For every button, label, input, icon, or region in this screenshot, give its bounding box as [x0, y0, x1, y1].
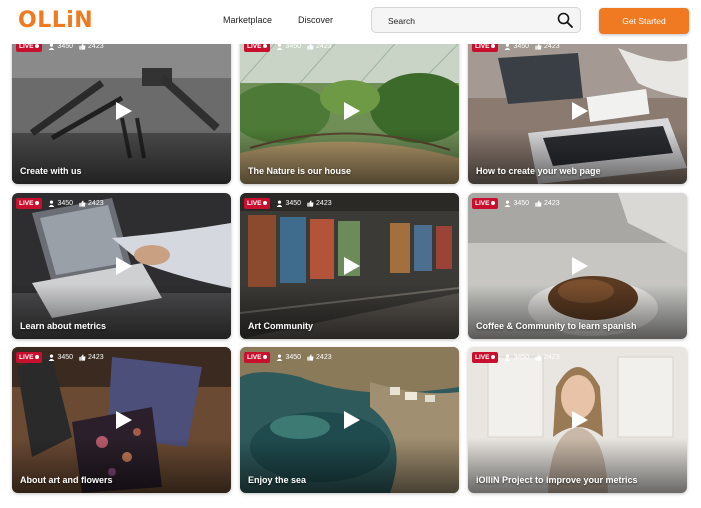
play-icon[interactable] — [115, 256, 133, 276]
live-badge: LIVE — [16, 351, 43, 363]
card-meta: LIVE 3450 2423 — [472, 351, 560, 363]
live-dot-icon — [35, 355, 40, 359]
live-badge: LIVE — [472, 351, 499, 363]
play-icon[interactable] — [343, 101, 361, 121]
card-meta: LIVE 3450 2423 — [244, 351, 332, 363]
like-count-value: 2423 — [544, 353, 560, 361]
like-count: 2423 — [307, 354, 332, 361]
viewer-count-value: 3450 — [285, 353, 302, 361]
live-dot-icon — [35, 44, 40, 48]
card-title: Learn about metrics — [20, 321, 107, 331]
viewer-count: 3450 — [504, 354, 529, 361]
live-dot-icon — [263, 355, 268, 359]
like-count: 2423 — [79, 200, 104, 207]
live-label: LIVE — [19, 199, 34, 207]
search-input[interactable]: Search — [371, 7, 581, 33]
thumbs-up-icon — [79, 353, 86, 361]
viewer-count: 3450 — [504, 200, 529, 207]
viewer-count-value: 3450 — [513, 353, 530, 361]
nav-discover[interactable]: Discover — [298, 15, 333, 25]
card-meta: LIVE 3450 2423 — [472, 197, 560, 209]
video-card[interactable]: LIVE 3450 2423 Coffee & Community to lea… — [468, 193, 687, 339]
live-dot-icon — [491, 355, 496, 359]
like-count-value: 2423 — [316, 199, 332, 207]
play-icon[interactable] — [571, 101, 589, 121]
card-title: The Nature is our house — [248, 166, 352, 176]
thumbs-up-icon — [535, 199, 542, 207]
thumbs-up-icon — [307, 199, 314, 207]
video-card[interactable]: LIVE 3450 2423 How to create your web pa… — [468, 38, 687, 184]
like-count-value: 2423 — [316, 353, 332, 361]
play-icon[interactable] — [343, 410, 361, 430]
thumbs-up-icon — [307, 353, 314, 361]
live-badge: LIVE — [472, 197, 499, 209]
viewer-count-value: 3450 — [57, 199, 74, 207]
video-card[interactable]: LIVE 3450 2423 About art and flowers — [12, 347, 231, 493]
video-card[interactable]: LIVE 3450 2423 Learn about metrics — [12, 193, 231, 339]
viewer-count-value: 3450 — [285, 199, 302, 207]
card-title: Art Community — [248, 321, 313, 331]
user-icon — [49, 353, 55, 361]
live-dot-icon — [263, 44, 268, 48]
ollin-logo[interactable]: OLLiN — [18, 8, 93, 33]
top-header: OLLiN Marketplace Discover Search Get St… — [0, 0, 701, 44]
live-badge: LIVE — [244, 351, 271, 363]
user-icon — [505, 353, 511, 361]
play-icon[interactable] — [115, 410, 133, 430]
card-title: Coffee & Community to learn spanish — [476, 321, 637, 331]
card-title: About art and flowers — [20, 475, 113, 485]
like-count: 2423 — [535, 354, 560, 361]
viewer-count: 3450 — [48, 354, 73, 361]
live-badge: LIVE — [16, 197, 43, 209]
play-icon[interactable] — [571, 256, 589, 276]
live-dot-icon — [491, 44, 496, 48]
viewer-count: 3450 — [276, 200, 301, 207]
video-card[interactable]: LIVE 3450 2423 Art Community — [240, 193, 459, 339]
like-count: 2423 — [535, 200, 560, 207]
live-label: LIVE — [247, 199, 262, 207]
card-meta: LIVE 3450 2423 — [16, 351, 104, 363]
live-label: LIVE — [475, 353, 490, 361]
thumbs-up-icon — [79, 199, 86, 207]
video-card[interactable]: LIVE 3450 2423 iOlliN Project to improve… — [468, 347, 687, 493]
play-icon[interactable] — [571, 410, 589, 430]
user-icon — [505, 199, 511, 207]
search-placeholder: Search — [388, 16, 415, 26]
card-title: Enjoy the sea — [248, 475, 307, 485]
get-started-button[interactable]: Get Started — [599, 8, 689, 34]
live-dot-icon — [35, 201, 40, 205]
like-count-value: 2423 — [88, 199, 104, 207]
card-meta: LIVE 3450 2423 — [244, 197, 332, 209]
video-card[interactable]: LIVE 3450 2423 Enjoy the sea — [240, 347, 459, 493]
like-count-value: 2423 — [544, 199, 560, 207]
video-card[interactable]: LIVE 3450 2423 Create with us — [12, 38, 231, 184]
live-dot-icon — [263, 201, 268, 205]
live-label: LIVE — [475, 199, 490, 207]
card-meta: LIVE 3450 2423 — [16, 197, 104, 209]
live-label: LIVE — [19, 353, 34, 361]
like-count: 2423 — [79, 354, 104, 361]
viewer-count: 3450 — [48, 200, 73, 207]
play-icon[interactable] — [343, 256, 361, 276]
user-icon — [277, 199, 283, 207]
card-title: Create with us — [20, 166, 82, 176]
viewer-count: 3450 — [276, 354, 301, 361]
video-card[interactable]: LIVE 3450 2423 The Nature is our house — [240, 38, 459, 184]
play-icon[interactable] — [115, 101, 133, 121]
search-icon[interactable] — [557, 12, 573, 28]
like-count-value: 2423 — [88, 353, 104, 361]
thumbs-up-icon — [535, 353, 542, 361]
viewer-count-value: 3450 — [513, 199, 530, 207]
user-icon — [277, 353, 283, 361]
nav-marketplace[interactable]: Marketplace — [223, 15, 272, 25]
like-count: 2423 — [307, 200, 332, 207]
viewer-count-value: 3450 — [57, 353, 74, 361]
live-label: LIVE — [247, 353, 262, 361]
user-icon — [49, 199, 55, 207]
video-grid: LIVE 3450 2423 Create with us LIVE 3450 … — [0, 0, 701, 508]
live-dot-icon — [491, 201, 496, 205]
card-title: iOlliN Project to improve your metrics — [476, 475, 638, 485]
live-badge: LIVE — [244, 197, 271, 209]
card-title: How to create your web page — [476, 166, 601, 176]
